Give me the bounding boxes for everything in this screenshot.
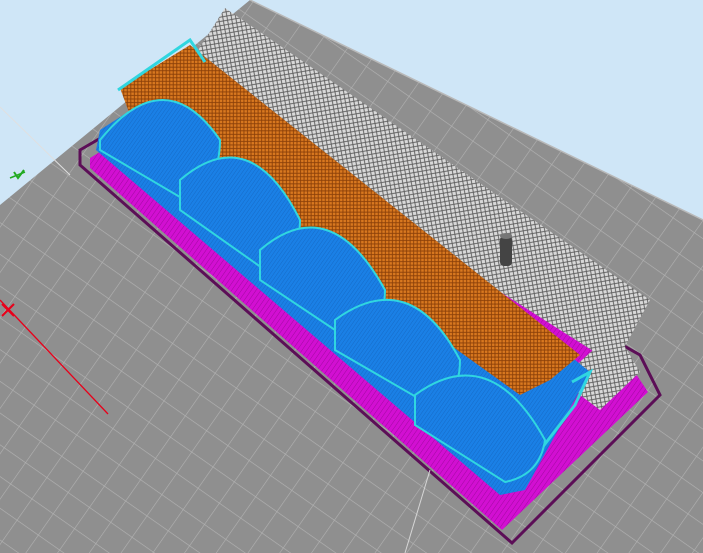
pin-top (500, 233, 512, 239)
layer-preview-canvas[interactable] (0, 0, 703, 553)
pin-post (500, 236, 512, 266)
3d-viewport[interactable] (0, 0, 703, 553)
